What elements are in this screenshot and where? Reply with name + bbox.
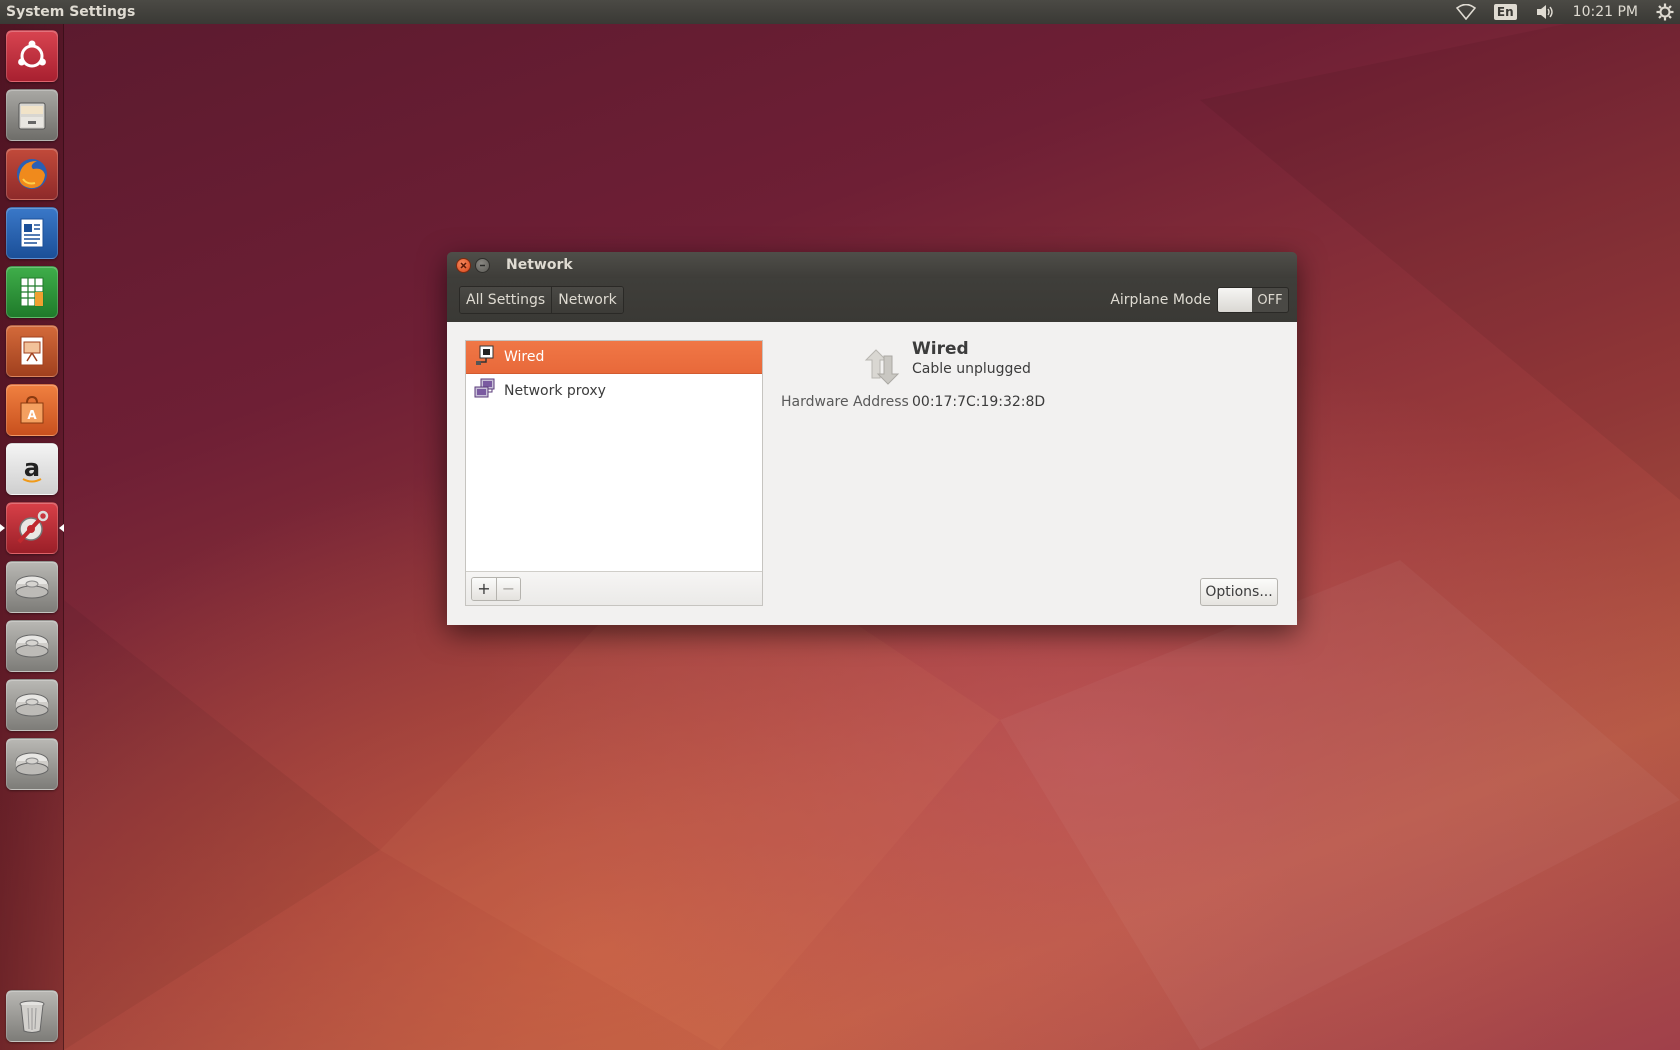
minimize-window-button[interactable] bbox=[475, 257, 490, 273]
gear-icon[interactable] bbox=[1656, 3, 1674, 21]
files-launcher[interactable] bbox=[6, 89, 58, 141]
trash-icon bbox=[19, 1000, 45, 1033]
device-name: Wired bbox=[912, 339, 969, 359]
settings-toolbar: All Settings Network Airplane Mode OFF bbox=[447, 278, 1297, 322]
drive-launcher-3[interactable] bbox=[6, 679, 58, 731]
svg-text:a: a bbox=[24, 454, 40, 482]
presentation-icon bbox=[20, 336, 44, 366]
airplane-mode-label: Airplane Mode bbox=[1110, 292, 1211, 308]
wired-transfer-arrows-icon bbox=[862, 348, 902, 390]
amazon-launcher[interactable]: a bbox=[6, 443, 58, 495]
system-settings-launcher[interactable] bbox=[6, 502, 58, 554]
writer-document-icon bbox=[20, 218, 44, 248]
breadcrumb-all-settings[interactable]: All Settings bbox=[460, 287, 552, 313]
launcher-active-indicator-left bbox=[0, 524, 5, 532]
window-titlebar[interactable]: Network bbox=[447, 252, 1297, 278]
switch-state-label: OFF bbox=[1257, 292, 1283, 308]
breadcrumb-network[interactable]: Network bbox=[551, 287, 623, 313]
libreoffice-calc-launcher[interactable] bbox=[6, 266, 58, 318]
svg-text:A: A bbox=[27, 408, 37, 422]
drive-launcher-1[interactable] bbox=[6, 561, 58, 613]
active-app-title: System Settings bbox=[6, 4, 136, 20]
launcher: A a bbox=[0, 24, 64, 1050]
network-panel-content: Wired Network proxy + − Wired Cable unpl… bbox=[447, 322, 1297, 625]
amazon-icon: a bbox=[22, 454, 42, 483]
top-panel: System Settings En 10:21 PM bbox=[0, 0, 1680, 24]
options-button[interactable]: Options... bbox=[1200, 578, 1278, 606]
breadcrumb: All Settings Network bbox=[459, 286, 624, 314]
close-icon bbox=[460, 261, 467, 269]
network-settings-window: Network All Settings Network Airplane Mo… bbox=[447, 252, 1297, 625]
clock[interactable]: 10:21 PM bbox=[1573, 4, 1638, 20]
hardware-address-value: 00:17:7C:19:32:8D bbox=[912, 394, 1046, 410]
hard-drive-icon bbox=[15, 634, 49, 658]
drive-launcher-2[interactable] bbox=[6, 620, 58, 672]
file-cabinet-icon bbox=[18, 102, 46, 130]
airplane-mode-switch[interactable]: OFF bbox=[1217, 287, 1289, 313]
spreadsheet-icon bbox=[20, 277, 44, 307]
airplane-mode-control: Airplane Mode OFF bbox=[1110, 287, 1289, 313]
window-title: Network bbox=[506, 257, 573, 273]
hardware-address-label: Hardware Address bbox=[781, 394, 909, 410]
drive-launcher-4[interactable] bbox=[6, 738, 58, 790]
ubuntu-logo-icon bbox=[18, 40, 46, 68]
shopping-bag-icon: A bbox=[20, 395, 44, 424]
trash-launcher[interactable] bbox=[6, 990, 58, 1042]
hard-drive-icon bbox=[15, 693, 49, 717]
ubuntu-dash-button[interactable] bbox=[6, 30, 58, 82]
libreoffice-writer-launcher[interactable] bbox=[6, 207, 58, 259]
hard-drive-icon bbox=[15, 752, 49, 776]
indicator-tray: En 10:21 PM bbox=[1455, 3, 1674, 21]
device-details: Wired Cable unplugged Hardware Address 0… bbox=[447, 322, 1297, 625]
firefox-icon bbox=[17, 159, 47, 189]
close-window-button[interactable] bbox=[456, 257, 471, 273]
volume-icon[interactable] bbox=[1535, 4, 1555, 20]
hard-drive-icon bbox=[15, 575, 49, 599]
firefox-launcher[interactable] bbox=[6, 148, 58, 200]
switch-knob[interactable] bbox=[1218, 288, 1252, 312]
software-center-launcher[interactable]: A bbox=[6, 384, 58, 436]
wifi-icon[interactable] bbox=[1455, 4, 1476, 20]
device-status: Cable unplugged bbox=[912, 361, 1031, 377]
settings-tools-icon bbox=[17, 510, 49, 544]
libreoffice-impress-launcher[interactable] bbox=[6, 325, 58, 377]
launcher-active-indicator-right bbox=[59, 524, 64, 532]
minimize-icon bbox=[480, 264, 485, 266]
keyboard-layout-indicator[interactable]: En bbox=[1493, 4, 1517, 20]
